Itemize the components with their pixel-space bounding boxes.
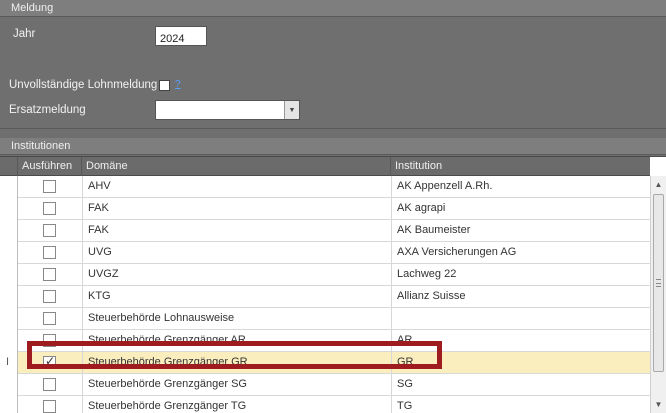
table-row[interactable]: Steuerbehörde Lohnausweise (0, 308, 650, 330)
table-row[interactable]: FAK AK agrapi (0, 198, 650, 220)
domain-cell: KTG (82, 286, 391, 308)
scroll-thumb[interactable] (653, 194, 664, 372)
domain-cell: UVGZ (82, 264, 391, 286)
header-ausfuehren[interactable]: Ausführen (18, 157, 82, 176)
institution-cell: SG (391, 374, 650, 396)
ausfuehren-checkbox[interactable] (43, 378, 56, 391)
row-indicator: I (0, 352, 18, 374)
row-indicator (0, 374, 18, 396)
help-link[interactable]: ? (175, 79, 181, 90)
table-row[interactable]: UVG AXA Versicherungen AG (0, 242, 650, 264)
grid-rows: AHV AK Appenzell A.Rh. FAK AK agrapi FAK… (0, 176, 650, 413)
ausfuehren-checkbox[interactable] (43, 202, 56, 215)
institution-cell: AK Appenzell A.Rh. (391, 176, 650, 198)
table-row[interactable]: KTG Allianz Suisse (0, 286, 650, 308)
row-indicator (0, 242, 18, 264)
scroll-down-icon[interactable]: ▼ (652, 398, 665, 412)
header-indicator (0, 157, 18, 176)
ausfuehren-checkbox[interactable] (43, 224, 56, 237)
jahr-input[interactable] (155, 26, 207, 46)
table-row[interactable]: UVGZ Lachweg 22 (0, 264, 650, 286)
institution-cell: Lachweg 22 (391, 264, 650, 286)
ausfuehren-checkbox[interactable] (43, 180, 56, 193)
row-indicator (0, 198, 18, 220)
institution-cell: AK agrapi (391, 198, 650, 220)
institution-cell: Allianz Suisse (391, 286, 650, 308)
row-indicator (0, 286, 18, 308)
chevron-down-icon[interactable]: ▼ (284, 101, 299, 119)
ausfuehren-checkbox[interactable] (43, 268, 56, 281)
institutionen-group-header: Institutionen (0, 138, 666, 155)
institutionen-grid: Ausführen Domäne Institution AHV AK Appe… (0, 156, 666, 413)
domain-cell: Steuerbehörde Lohnausweise (82, 308, 391, 330)
meldung-group-header: Meldung (0, 0, 666, 17)
ausfuehren-checkbox[interactable] (43, 246, 56, 259)
header-domaene[interactable]: Domäne (82, 157, 391, 176)
ersatzmeldung-label: Ersatzmeldung (9, 104, 86, 116)
unvollstaendig-label: Unvollständige Lohnmeldung (9, 79, 158, 91)
institution-cell (391, 308, 650, 330)
ersatzmeldung-combo[interactable]: ▼ (155, 100, 300, 120)
grid-header: Ausführen Domäne Institution (0, 157, 650, 176)
grip-icon (656, 279, 661, 287)
unvollstaendig-checkbox[interactable] (159, 80, 170, 91)
table-row[interactable]: Steuerbehörde Grenzgänger TG TG (0, 396, 650, 413)
ausfuehren-checkbox[interactable] (43, 290, 56, 303)
row-indicator (0, 176, 18, 198)
domain-cell: UVG (82, 242, 391, 264)
table-row[interactable]: AHV AK Appenzell A.Rh. (0, 176, 650, 198)
header-institution[interactable]: Institution (391, 157, 650, 176)
row-indicator (0, 264, 18, 286)
vertical-scrollbar[interactable]: ▲ ▼ (650, 176, 666, 413)
highlight-box (27, 341, 442, 369)
domain-cell: Steuerbehörde Grenzgänger SG (82, 374, 391, 396)
table-row[interactable]: Steuerbehörde Grenzgänger SG SG (0, 374, 650, 396)
row-indicator (0, 220, 18, 242)
institution-cell: TG (391, 396, 650, 413)
domain-cell: Steuerbehörde Grenzgänger TG (82, 396, 391, 413)
row-indicator (0, 396, 18, 413)
domain-cell: FAK (82, 198, 391, 220)
institution-cell: AXA Versicherungen AG (391, 242, 650, 264)
row-indicator (0, 308, 18, 330)
domain-cell: AHV (82, 176, 391, 198)
domain-cell: FAK (82, 220, 391, 242)
scroll-up-icon[interactable]: ▲ (652, 178, 665, 192)
jahr-label: Jahr (13, 28, 36, 40)
institution-cell: AK Baumeister (391, 220, 650, 242)
section-divider (0, 128, 666, 129)
row-indicator (0, 330, 18, 352)
table-row[interactable]: FAK AK Baumeister (0, 220, 650, 242)
ausfuehren-checkbox[interactable] (43, 312, 56, 325)
ausfuehren-checkbox[interactable] (43, 400, 56, 413)
